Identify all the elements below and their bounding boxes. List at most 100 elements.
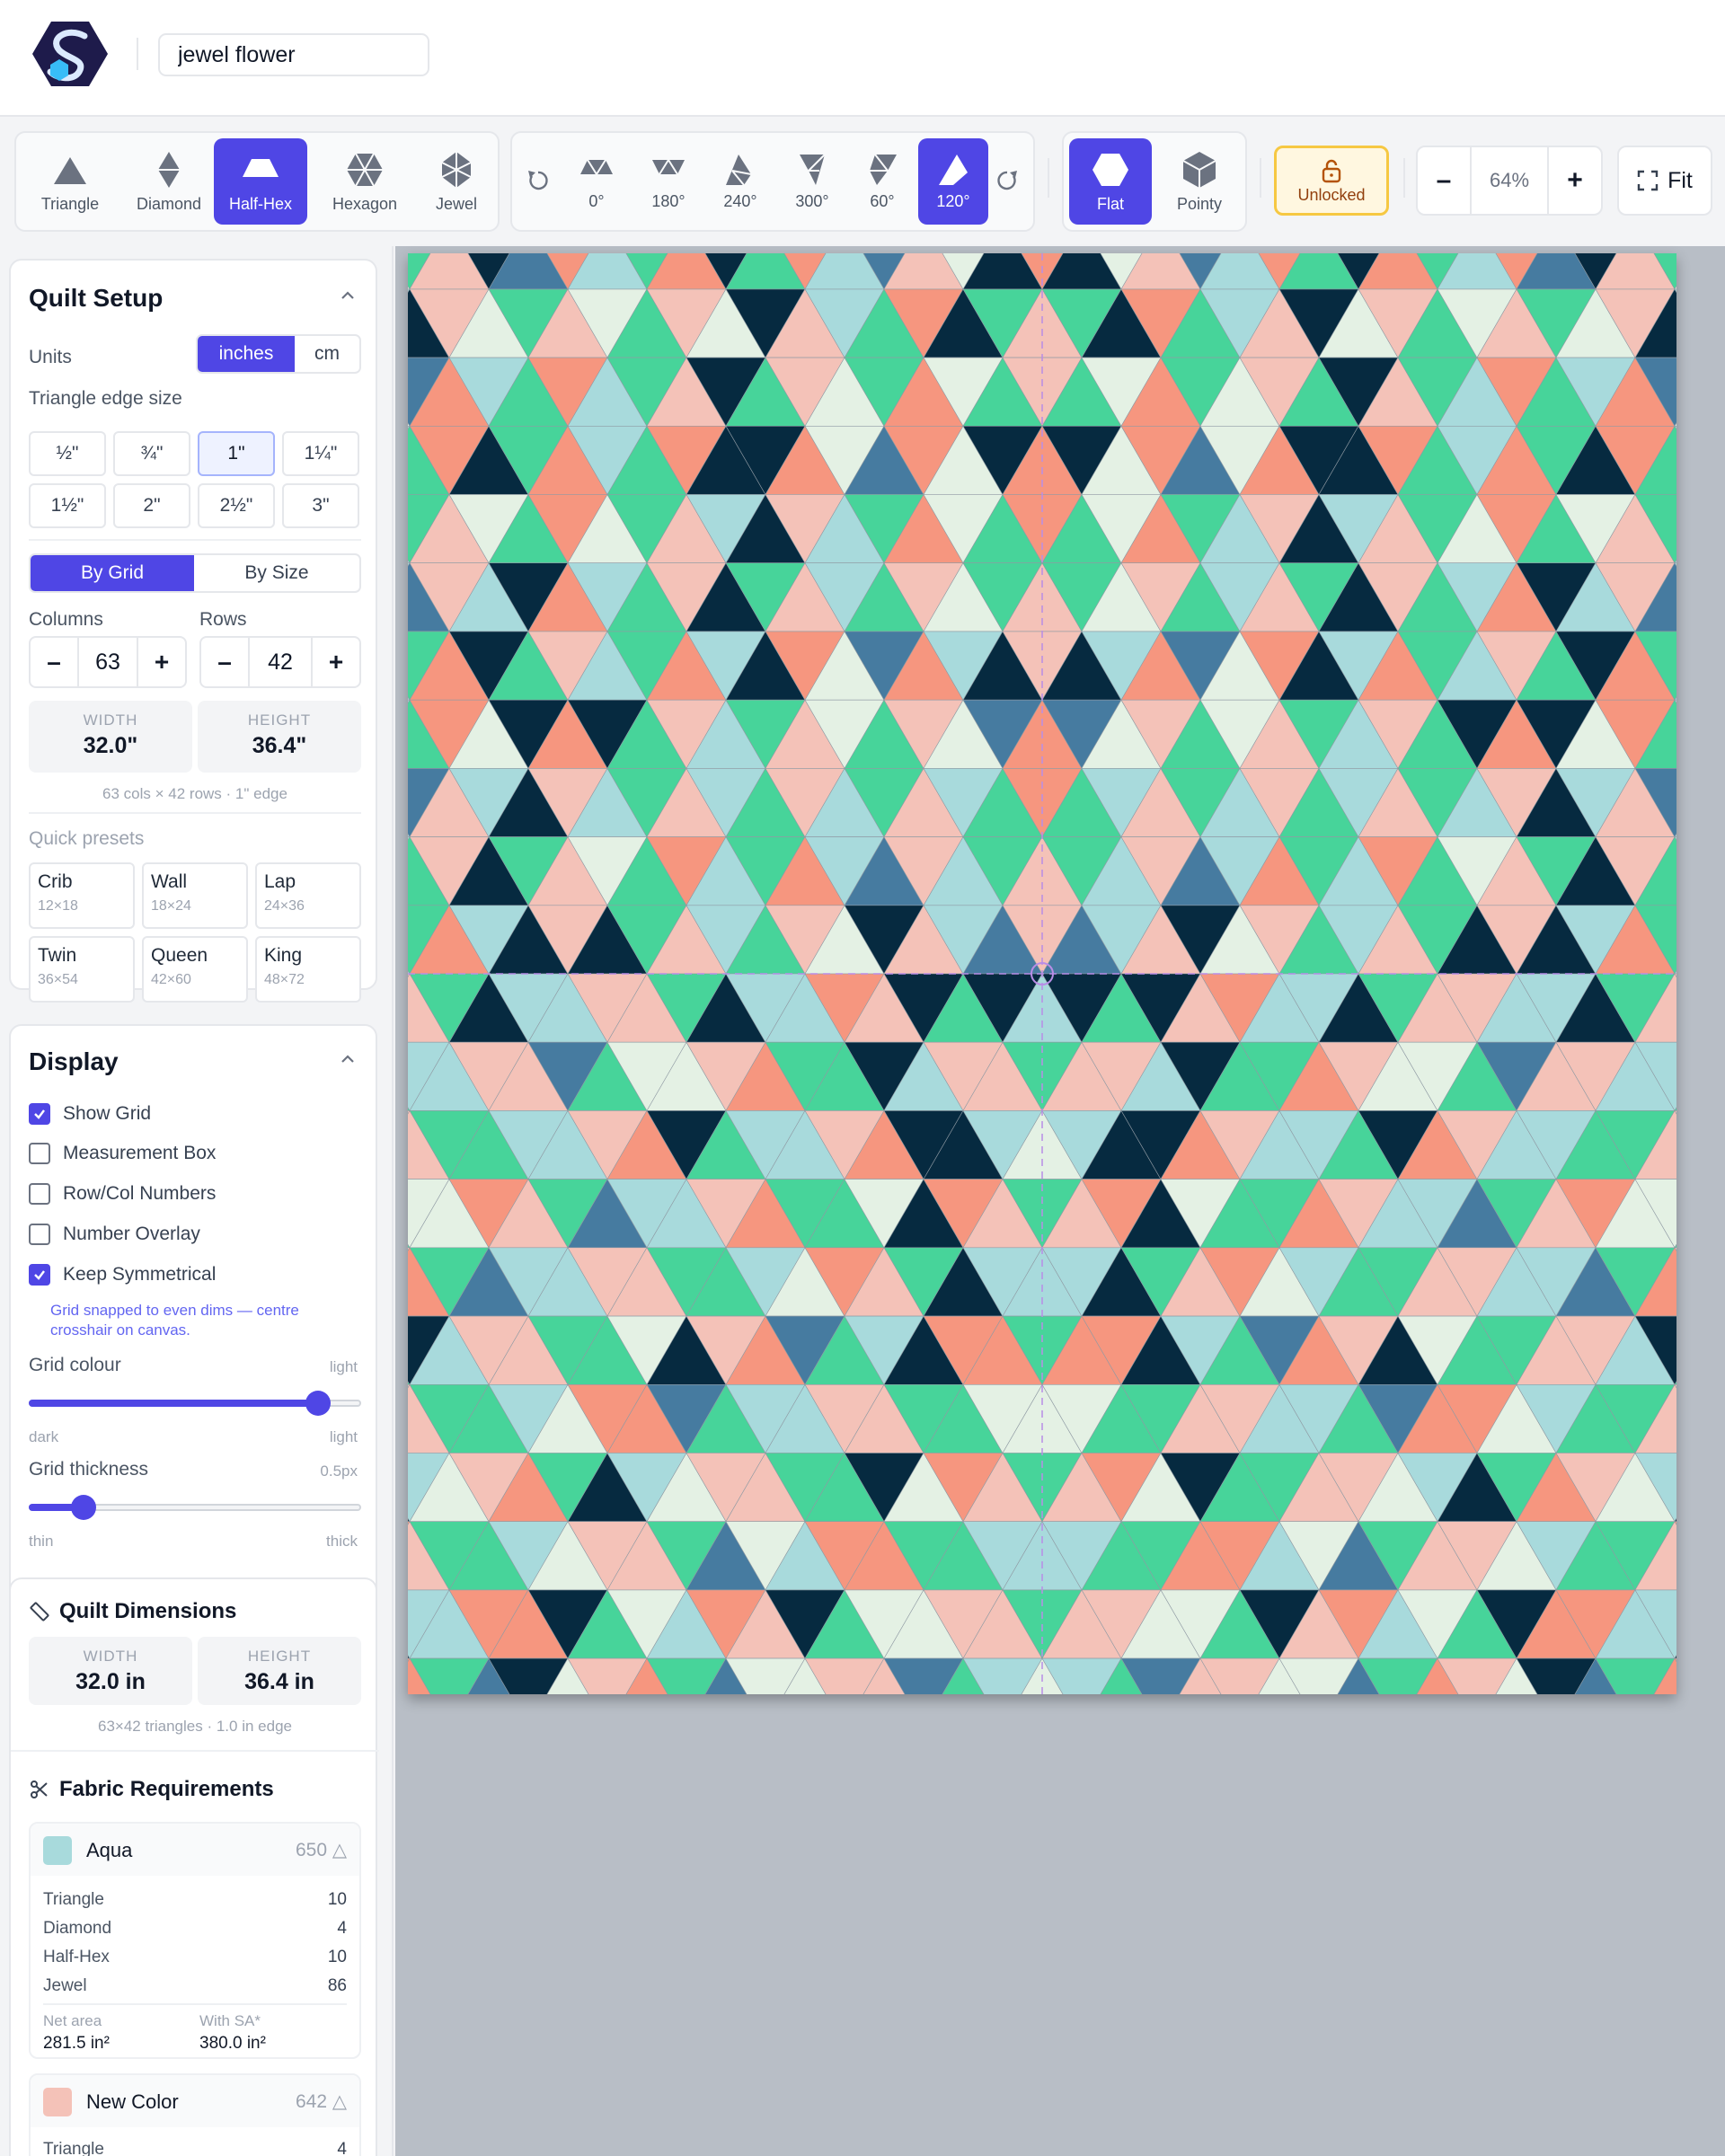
- rotation-120-button[interactable]: 120°: [918, 138, 988, 225]
- preset-twin-button[interactable]: Twin 36×54: [29, 936, 135, 1003]
- project-name-input[interactable]: [158, 33, 429, 76]
- checkbox-unchecked-icon: [29, 1224, 50, 1245]
- edge-size-option-selected[interactable]: 1": [198, 431, 275, 476]
- toolbar: Triangle Diamond Half-Hex Hexagon Jewel …: [0, 119, 1725, 246]
- columns-value[interactable]: 63: [77, 638, 138, 686]
- rotation-60-button[interactable]: 60°: [848, 138, 916, 225]
- fabric-item-new-color[interactable]: New Color 642 △ Triangle 4: [29, 2073, 361, 2156]
- dimensions-height-readout: HEIGHT 36.4 in: [198, 1637, 361, 1705]
- mode-by-grid-option[interactable]: By Grid: [31, 555, 194, 591]
- preset-wall-button[interactable]: Wall 18×24: [142, 862, 248, 929]
- show-grid-checkbox[interactable]: Show Grid: [29, 1103, 151, 1125]
- quilt-design[interactable]: [408, 253, 1676, 1694]
- shape-half-hex-button[interactable]: Half-Hex: [214, 138, 307, 225]
- flat-hexagon-icon: [1092, 153, 1128, 186]
- ruler-icon: [30, 1602, 49, 1621]
- fabric-row: Triangle 4: [43, 2140, 347, 2156]
- rotate-right-icon[interactable]: [994, 167, 1021, 194]
- units-cm-option[interactable]: cm: [295, 336, 359, 372]
- shape-jewel-button[interactable]: Jewel: [420, 138, 492, 225]
- rotation-picker: 0° 180° 240° 300° 60° 120°: [510, 131, 1035, 232]
- chevron-up-icon[interactable]: [338, 1049, 358, 1069]
- shape-picker: Triangle Diamond Half-Hex Hexagon Jewel: [14, 131, 500, 232]
- columns-decrement-button[interactable]: –: [31, 638, 77, 686]
- divider: [29, 539, 361, 541]
- rotation-180-button[interactable]: 180°: [634, 138, 703, 225]
- toolbar-divider: [1403, 158, 1405, 198]
- edge-size-option[interactable]: 1¼": [282, 431, 359, 476]
- grid-thickness-min: thin: [29, 1533, 54, 1550]
- app-logo[interactable]: [32, 20, 108, 88]
- keep-symmetrical-checkbox[interactable]: Keep Symmetrical: [29, 1264, 216, 1286]
- edge-size-option[interactable]: ½": [29, 431, 106, 476]
- edge-size-label: Triangle edge size: [29, 388, 182, 409]
- measurement-box-checkbox[interactable]: Measurement Box: [29, 1143, 216, 1164]
- rows-value[interactable]: 42: [248, 638, 313, 686]
- grid-summary: 63 cols × 42 rows · 1" edge: [102, 785, 288, 802]
- fabric-row: Jewel 86: [43, 1976, 347, 1995]
- rows-decrement-button[interactable]: –: [201, 638, 248, 686]
- rotation-60-icon: [870, 153, 897, 185]
- triangle-icon: [54, 156, 86, 184]
- rotation-180-icon: [652, 157, 685, 175]
- grid-colour-slider[interactable]: [29, 1391, 361, 1416]
- row-col-numbers-checkbox[interactable]: Row/Col Numbers: [29, 1183, 216, 1205]
- zoom-in-button[interactable]: +: [1549, 147, 1601, 214]
- lock-toggle-button[interactable]: Unlocked: [1274, 146, 1389, 216]
- units-inches-option[interactable]: inches: [198, 336, 295, 372]
- zoom-out-button[interactable]: –: [1418, 147, 1470, 214]
- height-readout: HEIGHT 36.4": [198, 701, 361, 773]
- fit-button[interactable]: Fit: [1617, 146, 1712, 216]
- pointy-hexagon-icon: [1182, 151, 1216, 188]
- number-overlay-checkbox[interactable]: Number Overlay: [29, 1224, 200, 1245]
- rotate-left-icon[interactable]: [525, 167, 552, 194]
- rows-increment-button[interactable]: +: [313, 638, 359, 686]
- quick-presets-label: Quick presets: [29, 828, 145, 849]
- rows-stepper: – 42 +: [199, 636, 361, 688]
- quilt-canvas[interactable]: [408, 253, 1676, 1694]
- columns-label: Columns: [29, 609, 103, 630]
- net-area-value: 281.5 in²: [43, 2034, 110, 2053]
- rotation-300-button[interactable]: 300°: [778, 138, 846, 225]
- columns-increment-button[interactable]: +: [138, 638, 185, 686]
- chevron-up-icon[interactable]: [338, 286, 358, 305]
- quilt-setup-title: Quilt Setup: [29, 284, 164, 312]
- columns-stepper: – 63 +: [29, 636, 187, 688]
- grid-colour-slider-handle[interactable]: [305, 1391, 331, 1416]
- preset-queen-button[interactable]: Queen 42×60: [142, 936, 248, 1003]
- rotation-240-button[interactable]: 240°: [706, 138, 774, 225]
- shape-hexagon-button[interactable]: Hexagon: [318, 138, 411, 225]
- divider: [29, 812, 361, 814]
- edge-size-option[interactable]: 3": [282, 483, 359, 528]
- mode-toggle: By Grid By Size: [29, 553, 361, 593]
- canvas-area[interactable]: [395, 246, 1725, 2156]
- orientation-flat-button[interactable]: Flat: [1069, 138, 1152, 225]
- mode-by-size-option[interactable]: By Size: [194, 555, 359, 591]
- app-header: [0, 0, 1725, 117]
- hexagon-icon: [347, 153, 383, 186]
- fabric-item-aqua[interactable]: Aqua 650 △ Triangle 10 Diamond 4 Half-Hex 1…: [29, 1822, 361, 2059]
- grid-thickness-slider-handle[interactable]: [71, 1495, 96, 1520]
- preset-crib-button[interactable]: Crib 12×18: [29, 862, 135, 929]
- grid-thickness-slider[interactable]: [29, 1495, 361, 1520]
- orientation-pointy-button[interactable]: Pointy: [1157, 138, 1242, 225]
- shape-diamond-button[interactable]: Diamond: [126, 138, 212, 225]
- units-toggle: inches cm: [196, 334, 361, 374]
- rotation-240-icon: [726, 154, 752, 186]
- net-area-label: Net area: [43, 2012, 102, 2029]
- rotation-0-button[interactable]: 0°: [562, 138, 631, 225]
- grid-colour-value: light: [329, 1358, 358, 1375]
- seam-allowance-value: 380.0 in²: [199, 2034, 266, 2053]
- seam-allowance-label: With SA*: [199, 2012, 261, 2029]
- edge-size-option[interactable]: 1½": [29, 483, 106, 528]
- edge-size-option[interactable]: 2½": [198, 483, 275, 528]
- fabric-row: Triangle 10: [43, 1890, 347, 1909]
- preset-lap-button[interactable]: Lap 24×36: [255, 862, 361, 929]
- edge-size-option[interactable]: ¾": [113, 431, 190, 476]
- shape-triangle-button[interactable]: Triangle: [27, 138, 113, 225]
- grid-thickness-value: 0.5px: [320, 1462, 358, 1480]
- preset-king-button[interactable]: King 48×72: [255, 936, 361, 1003]
- edge-size-option[interactable]: 2": [113, 483, 190, 528]
- grid-thickness-max: thick: [326, 1533, 358, 1550]
- fabric-row: Diamond 4: [43, 1919, 347, 1938]
